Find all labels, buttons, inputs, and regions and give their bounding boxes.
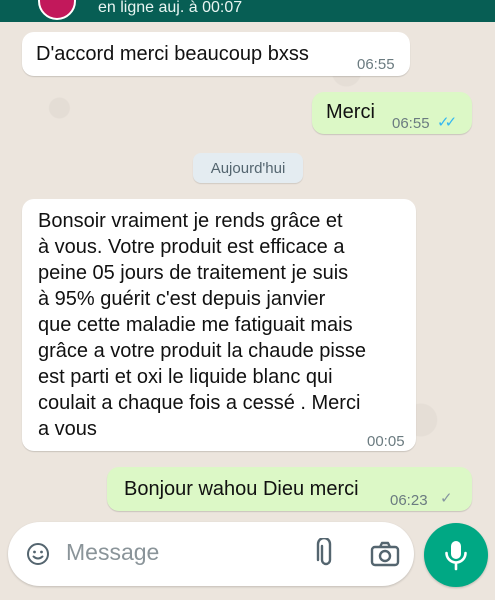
message-text: Merci [326,101,375,123]
message-text: D'accord merci beaucoup bxss [36,43,309,65]
message-time: 06:23 [390,492,428,509]
message-text: Bonsoir vraiment je rends grâce et à vou… [38,210,366,440]
attach-icon[interactable] [314,538,338,570]
mic-button[interactable] [424,523,488,587]
message-composer[interactable]: Message [8,522,414,586]
message-time: 06:55 [392,115,430,132]
message-bubble-incoming[interactable]: D'accord merci beaucoup bxss 06:55 [22,32,410,76]
chat-header[interactable]: en ligne auj. à 00:07 [0,0,495,22]
camera-icon[interactable] [370,540,400,568]
message-time: 06:55 [357,56,395,73]
read-receipt-icon: ✓✓ [437,114,457,131]
message-bubble-outgoing[interactable]: Bonjour wahou Dieu merci 06:23 ✓ [107,467,472,511]
sent-tick-icon: ✓ [440,490,453,507]
day-separator: Aujourd'hui [193,153,303,183]
message-bubble-incoming[interactable]: Bonsoir vraiment je rends grâce et à vou… [22,199,416,451]
message-time: 00:05 [367,433,405,450]
message-bubble-outgoing[interactable]: Merci 06:55 ✓✓ [312,92,472,134]
contact-avatar[interactable] [38,0,76,20]
contact-status: en ligne auj. à 00:07 [98,0,243,16]
mic-icon [445,541,467,571]
message-text: Bonjour wahou Dieu merci [124,478,359,500]
message-input[interactable]: Message [66,539,159,566]
emoji-icon[interactable] [26,542,50,566]
